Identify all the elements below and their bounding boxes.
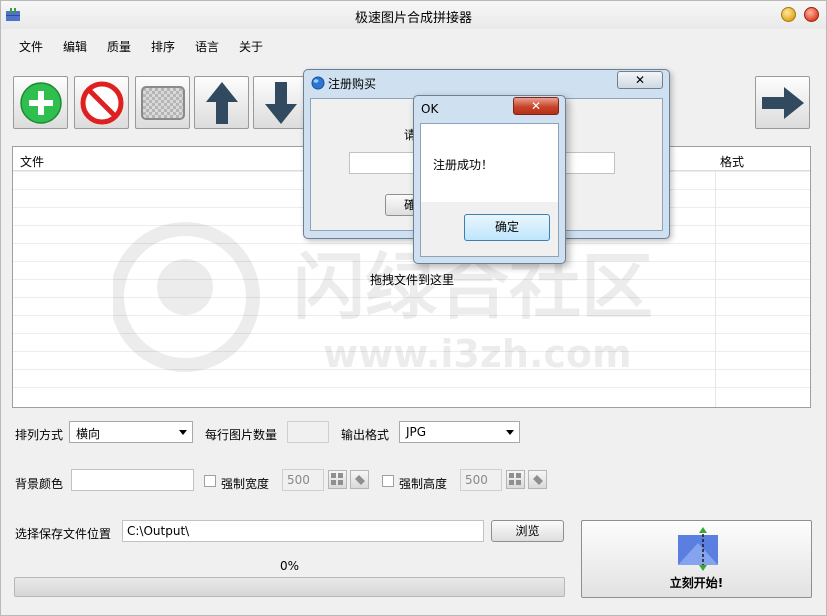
arrange-label: 排列方式: [15, 428, 64, 442]
chevron-down-icon: [506, 430, 514, 435]
force-width-checkbox[interactable]: [204, 475, 216, 487]
window-title: 极速图片合成拼接器: [354, 11, 472, 26]
move-up-button[interactable]: [194, 76, 249, 129]
remove-icon: [80, 81, 123, 124]
output-format-select[interactable]: JPG: [399, 421, 520, 443]
minimize-button[interactable]: [781, 7, 796, 22]
output-format-label: 输出格式: [341, 428, 390, 442]
width-grid-button[interactable]: [328, 470, 347, 489]
progress-bar: [14, 577, 565, 597]
force-width-label: 强制宽度: [221, 477, 270, 491]
arrange-value: 横向: [76, 427, 101, 441]
height-grid-button[interactable]: [506, 470, 525, 489]
menu-bar: 文件 编辑 质量 排序 语言 关于: [1, 31, 826, 59]
column-format[interactable]: 格式: [720, 153, 744, 170]
ok-dialog: OK ✕ 注册成功！ 确定: [413, 95, 566, 264]
register-dialog-title: 注册购买: [328, 77, 377, 91]
eraser-icon: [355, 475, 365, 485]
remove-file-button[interactable]: [74, 76, 129, 129]
ok-dialog-title: OK: [421, 102, 439, 116]
menu-language[interactable]: 语言: [195, 38, 219, 55]
menu-sort[interactable]: 排序: [151, 38, 175, 55]
force-width-input[interactable]: 500: [282, 469, 324, 491]
move-up-icon: [205, 81, 238, 124]
save-path-input[interactable]: C:\Output\: [122, 520, 484, 542]
height-eraser-button[interactable]: [528, 470, 547, 489]
force-height-label: 强制高度: [399, 477, 448, 491]
chevron-down-icon: [179, 430, 187, 435]
grid-icon: [331, 473, 343, 485]
menu-edit[interactable]: 编辑: [63, 38, 87, 55]
register-close-button[interactable]: ✕: [617, 71, 663, 89]
column-file[interactable]: 文件: [20, 153, 44, 170]
start-button[interactable]: 立刻开始!: [581, 520, 812, 598]
arrange-select[interactable]: 横向: [69, 421, 193, 443]
ok-message-area: 注册成功！: [421, 124, 558, 202]
clear-icon: [140, 85, 185, 120]
progress-label: 0%: [279, 559, 300, 573]
eraser-icon: [533, 475, 543, 485]
ok-dialog-body: 注册成功！ 确定: [420, 123, 559, 257]
add-icon: [19, 81, 62, 124]
width-eraser-button[interactable]: [350, 470, 369, 489]
save-path-label: 选择保存文件位置: [15, 527, 112, 541]
start-label: 立刻开始!: [669, 576, 724, 590]
clear-list-button[interactable]: [135, 76, 190, 129]
output-format-value: JPG: [406, 425, 427, 439]
menu-about[interactable]: 关于: [239, 38, 263, 55]
bg-color-label: 背景颜色: [15, 477, 64, 491]
ok-confirm-button[interactable]: 确定: [464, 214, 550, 241]
globe-icon: [311, 76, 325, 90]
bg-color-input[interactable]: [71, 469, 194, 491]
title-bar: 极速图片合成拼接器: [1, 1, 826, 29]
force-height-checkbox[interactable]: [382, 475, 394, 487]
drop-hint: 拖拽文件到这里: [370, 273, 455, 287]
per-row-input[interactable]: [287, 421, 329, 443]
move-down-button[interactable]: [253, 76, 308, 129]
next-button[interactable]: [755, 76, 810, 129]
next-icon: [761, 86, 804, 119]
grid-icon: [509, 473, 521, 485]
browse-button[interactable]: 浏览: [491, 520, 564, 542]
move-down-icon: [264, 81, 297, 124]
close-window-button[interactable]: [804, 7, 819, 22]
add-files-button[interactable]: [13, 76, 68, 129]
watermark: 闪绿合社区 www.i3zh.com: [110, 217, 673, 380]
per-row-label: 每行图片数量: [205, 428, 278, 442]
ok-dialog-close-button[interactable]: ✕: [513, 97, 559, 115]
menu-file[interactable]: 文件: [19, 38, 43, 55]
ok-message: 注册成功！: [433, 158, 494, 172]
merge-icon: [678, 527, 718, 571]
force-height-input[interactable]: 500: [460, 469, 502, 491]
menu-quality[interactable]: 质量: [107, 38, 131, 55]
